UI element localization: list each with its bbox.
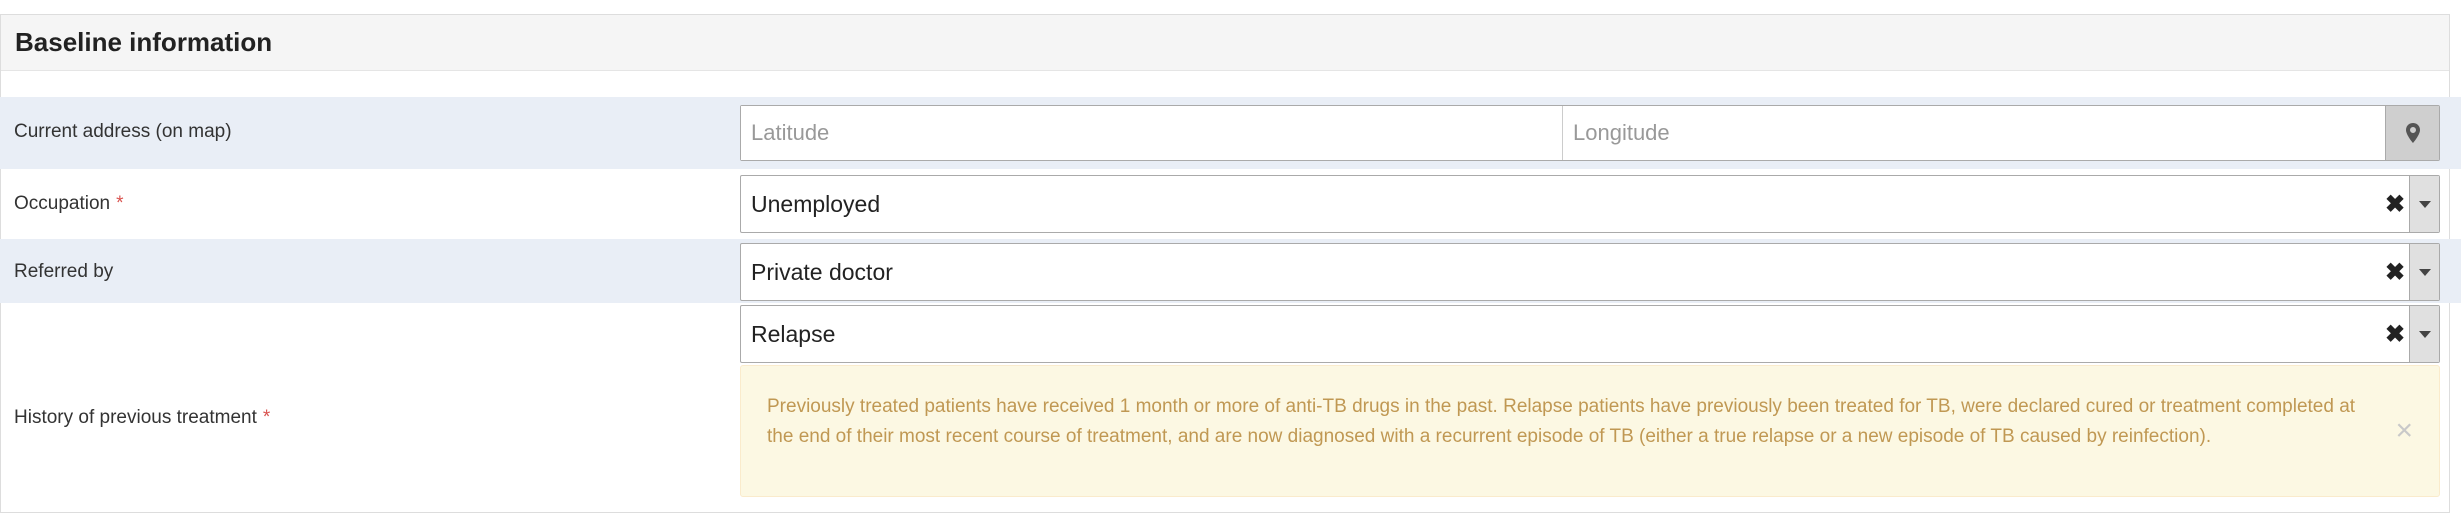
history-label-text: History of previous treatment <box>14 407 257 428</box>
referred-by-clear-icon[interactable]: ✖ <box>2383 244 2407 300</box>
required-mark: * <box>116 193 124 214</box>
panel-title: Baseline information <box>15 27 273 57</box>
chevron-down-icon <box>2418 200 2431 208</box>
referred-by-row: Referred by Private doctor ✖ <box>0 239 2461 303</box>
occupation-label-text: Occupation <box>14 193 111 214</box>
occupation-row: Occupation * Unemployed ✖ <box>0 169 2461 239</box>
address-input-group <box>740 105 2440 161</box>
alert-close-icon[interactable]: × <box>2395 414 2413 448</box>
current-address-row: Current address (on map) <box>0 97 2461 169</box>
occupation-dropdown-toggle[interactable] <box>2409 176 2439 232</box>
latitude-input[interactable] <box>741 106 1563 160</box>
referred-by-select[interactable]: Private doctor ✖ <box>740 243 2440 301</box>
history-clear-icon[interactable]: ✖ <box>2383 306 2407 362</box>
history-info-alert: Previously treated patients have receive… <box>740 365 2440 497</box>
history-label: History of previous treatment * <box>14 407 270 429</box>
referred-by-dropdown-toggle[interactable] <box>2409 244 2439 300</box>
current-address-label: Current address (on map) <box>14 121 232 142</box>
chevron-down-icon <box>2418 268 2431 276</box>
occupation-selected-value: Unemployed <box>751 191 881 217</box>
chevron-down-icon <box>2418 330 2431 338</box>
occupation-label: Occupation * <box>14 193 124 215</box>
history-dropdown-toggle[interactable] <box>2409 306 2439 362</box>
occupation-clear-icon[interactable]: ✖ <box>2383 176 2407 232</box>
required-mark: * <box>262 407 271 428</box>
history-info-text: Previously treated patients have receive… <box>767 396 2356 447</box>
map-picker-button[interactable] <box>2385 106 2439 160</box>
panel-header: Baseline information <box>1 15 2449 71</box>
referred-by-label: Referred by <box>14 261 114 282</box>
map-marker-icon <box>2405 123 2420 143</box>
history-selected-value: Relapse <box>751 321 836 347</box>
occupation-select[interactable]: Unemployed ✖ <box>740 175 2440 233</box>
referred-by-selected-value: Private doctor <box>751 259 893 285</box>
history-select[interactable]: Relapse ✖ <box>740 305 2440 363</box>
longitude-input[interactable] <box>1563 106 2387 160</box>
